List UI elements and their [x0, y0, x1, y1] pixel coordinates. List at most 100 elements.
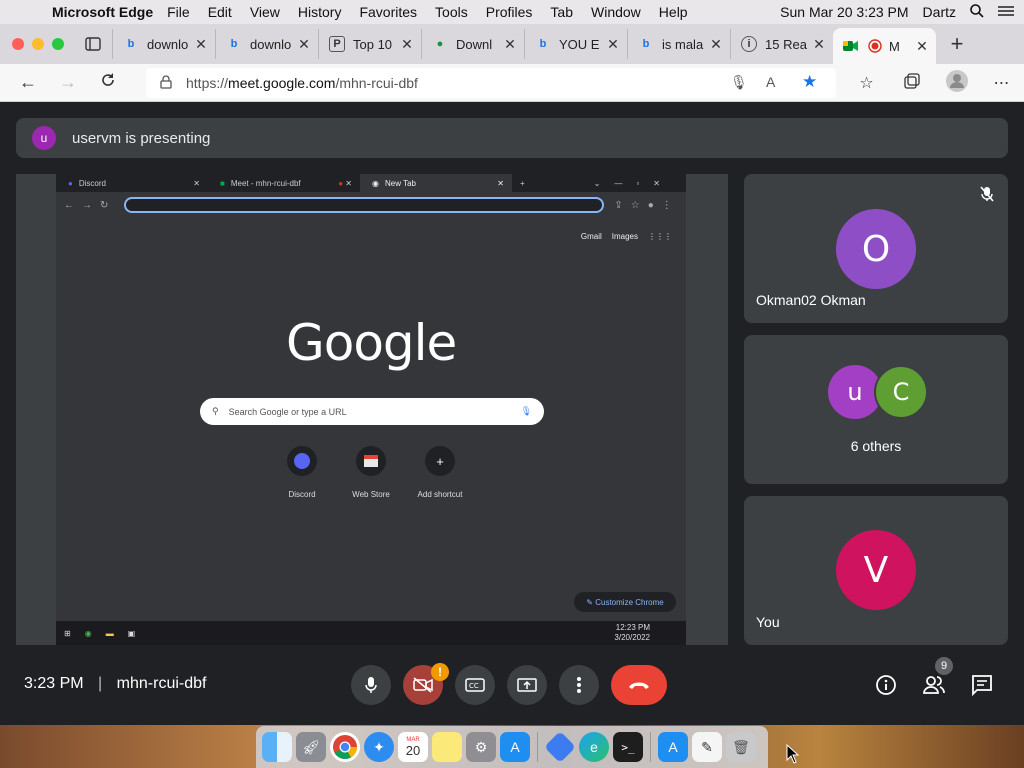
- page-icon: i: [741, 36, 757, 52]
- more-options-button[interactable]: [559, 665, 599, 705]
- menubar-clock[interactable]: Sun Mar 20 3:23 PM: [780, 4, 908, 20]
- app-store-icon[interactable]: A: [500, 732, 530, 762]
- menu-history[interactable]: History: [298, 4, 342, 20]
- close-tab-icon[interactable]: ✕: [811, 36, 827, 53]
- launchpad-icon[interactable]: 🚀︎: [296, 732, 326, 762]
- close-tab-icon[interactable]: ✕: [193, 36, 209, 53]
- address-bar[interactable]: https://meet.google.com/mhn-rcui-dbf 🎙︎ …: [146, 68, 836, 98]
- taskbar-time: 12:23 PM: [615, 623, 650, 632]
- browser-tab[interactable]: ● Downl ✕: [421, 29, 524, 59]
- separator: |: [98, 675, 103, 692]
- menu-tools[interactable]: Tools: [435, 4, 468, 20]
- finder-icon[interactable]: [262, 732, 292, 762]
- people-icon[interactable]: [922, 673, 946, 697]
- bing-icon: b: [127, 38, 135, 50]
- menu-profiles[interactable]: Profiles: [486, 4, 533, 20]
- trash-icon[interactable]: 🗑︎: [726, 732, 756, 762]
- read-aloud-icon[interactable]: A: [766, 74, 775, 90]
- xcode-icon[interactable]: [544, 731, 576, 763]
- app-menu-name[interactable]: Microsoft Edge: [52, 4, 153, 20]
- system-preferences-icon[interactable]: ⚙︎: [466, 732, 496, 762]
- close-tab-icon[interactable]: ✕: [914, 38, 930, 55]
- menu-window[interactable]: Window: [591, 4, 641, 20]
- present-screen-button[interactable]: [507, 665, 547, 705]
- shared-address-row: ←→↻ ⇪☆●⋮: [56, 192, 686, 218]
- presenting-text: uservm is presenting: [72, 129, 211, 147]
- microphone-button[interactable]: [351, 665, 391, 705]
- profile-avatar-icon[interactable]: [934, 69, 979, 97]
- meeting-details-icon[interactable]: [874, 673, 898, 697]
- app-store-icon[interactable]: A: [658, 732, 688, 762]
- browser-tab[interactable]: b is mala ✕: [627, 29, 730, 59]
- safari-icon[interactable]: ✦: [364, 732, 394, 762]
- menubar-user[interactable]: Dartz: [923, 4, 956, 20]
- bing-icon: b: [539, 38, 547, 50]
- close-window-button[interactable]: [12, 38, 24, 50]
- maximize-window-button[interactable]: [52, 38, 64, 50]
- close-tab-icon[interactable]: ✕: [502, 36, 518, 53]
- menu-edit[interactable]: Edit: [208, 4, 232, 20]
- close-tab-icon[interactable]: ✕: [708, 36, 724, 53]
- browser-tab[interactable]: b downlo ✕: [215, 29, 318, 59]
- browser-tab[interactable]: b YOU E ✕: [524, 29, 627, 59]
- shared-screen[interactable]: ● Discord ✕ ■ Meet - mhn-rcui-dbf ● ✕ ◉ New T…: [16, 174, 728, 645]
- favorite-star-icon[interactable]: ★: [802, 72, 817, 92]
- edge-icon[interactable]: e: [579, 732, 609, 762]
- discord-icon: ●: [68, 178, 73, 188]
- control-center-icon[interactable]: [998, 4, 1014, 20]
- browser-tab[interactable]: P Top 10 ✕: [318, 29, 421, 59]
- self-tile[interactable]: V You: [744, 496, 1008, 645]
- lock-icon[interactable]: [146, 74, 186, 92]
- shared-omnibox: [124, 197, 605, 213]
- shared-tab-strip: ● Discord ✕ ■ Meet - mhn-rcui-dbf ● ✕ ◉ New T…: [56, 174, 686, 192]
- leave-call-button[interactable]: [611, 665, 667, 705]
- participant-tile[interactable]: O Okman02 Okman: [744, 174, 1008, 323]
- close-tab-icon[interactable]: ✕: [296, 36, 312, 53]
- back-icon[interactable]: ←: [8, 72, 48, 93]
- browser-tab[interactable]: i 15 Rea ✕: [730, 29, 833, 59]
- url-host: meet.google.com: [228, 75, 336, 91]
- close-tab-icon[interactable]: ✕: [605, 36, 621, 53]
- notes-icon[interactable]: [432, 732, 462, 762]
- others-tile[interactable]: u C 6 others: [744, 335, 1008, 484]
- tab-title: downlo: [250, 36, 292, 52]
- captions-button[interactable]: CC: [455, 665, 495, 705]
- terminal-icon[interactable]: >_: [613, 732, 643, 762]
- chrome-icon[interactable]: [330, 732, 360, 762]
- minimize-window-button[interactable]: [32, 38, 44, 50]
- menu-file[interactable]: File: [167, 4, 190, 20]
- microphone-icon[interactable]: 🎙︎: [730, 74, 748, 91]
- chat-icon[interactable]: [970, 673, 994, 697]
- close-tab-icon: ✕: [193, 178, 200, 188]
- more-options-icon[interactable]: ⋯: [979, 73, 1024, 93]
- search-placeholder: Search Google or type a URL: [228, 406, 347, 417]
- menu-tab[interactable]: Tab: [550, 4, 573, 20]
- presenting-banner: u uservm is presenting: [16, 118, 1008, 158]
- menu-view[interactable]: View: [250, 4, 280, 20]
- menu-favorites[interactable]: Favorites: [359, 4, 417, 20]
- taskbar-date: 3/20/2022: [614, 633, 650, 642]
- google-links: Gmail Images ⋮⋮⋮: [581, 232, 672, 241]
- close-tab-icon[interactable]: ✕: [399, 36, 415, 53]
- collections-icon[interactable]: [889, 72, 934, 94]
- calendar-icon[interactable]: MAR 20: [398, 732, 428, 762]
- google-logo: Google: [286, 314, 457, 372]
- shared-tab-active: ◉ New Tab ✕: [360, 174, 512, 192]
- textedit-icon[interactable]: ✎: [692, 732, 722, 762]
- participant-name: Okman02 Okman: [756, 292, 866, 308]
- favorites-icon[interactable]: ☆: [844, 73, 889, 93]
- refresh-icon[interactable]: [88, 72, 128, 93]
- camera-alert-badge: !: [431, 663, 449, 681]
- menu-help[interactable]: Help: [659, 4, 688, 20]
- window-controls-icons: ⌄—▫✕: [593, 178, 674, 188]
- new-tab-button[interactable]: +: [942, 31, 972, 57]
- mic-muted-icon: [980, 186, 994, 207]
- customize-chrome-button: ✎ Customize Chrome: [574, 592, 676, 612]
- browser-tab[interactable]: b downlo ✕: [112, 29, 215, 59]
- forward-icon[interactable]: →: [48, 72, 88, 93]
- spotlight-search-icon[interactable]: [970, 3, 984, 21]
- browser-tab-active[interactable]: M ✕: [833, 28, 936, 64]
- mouse-cursor-icon: [786, 743, 800, 768]
- people-count-badge: 9: [935, 657, 953, 675]
- tab-actions-icon[interactable]: [82, 33, 104, 55]
